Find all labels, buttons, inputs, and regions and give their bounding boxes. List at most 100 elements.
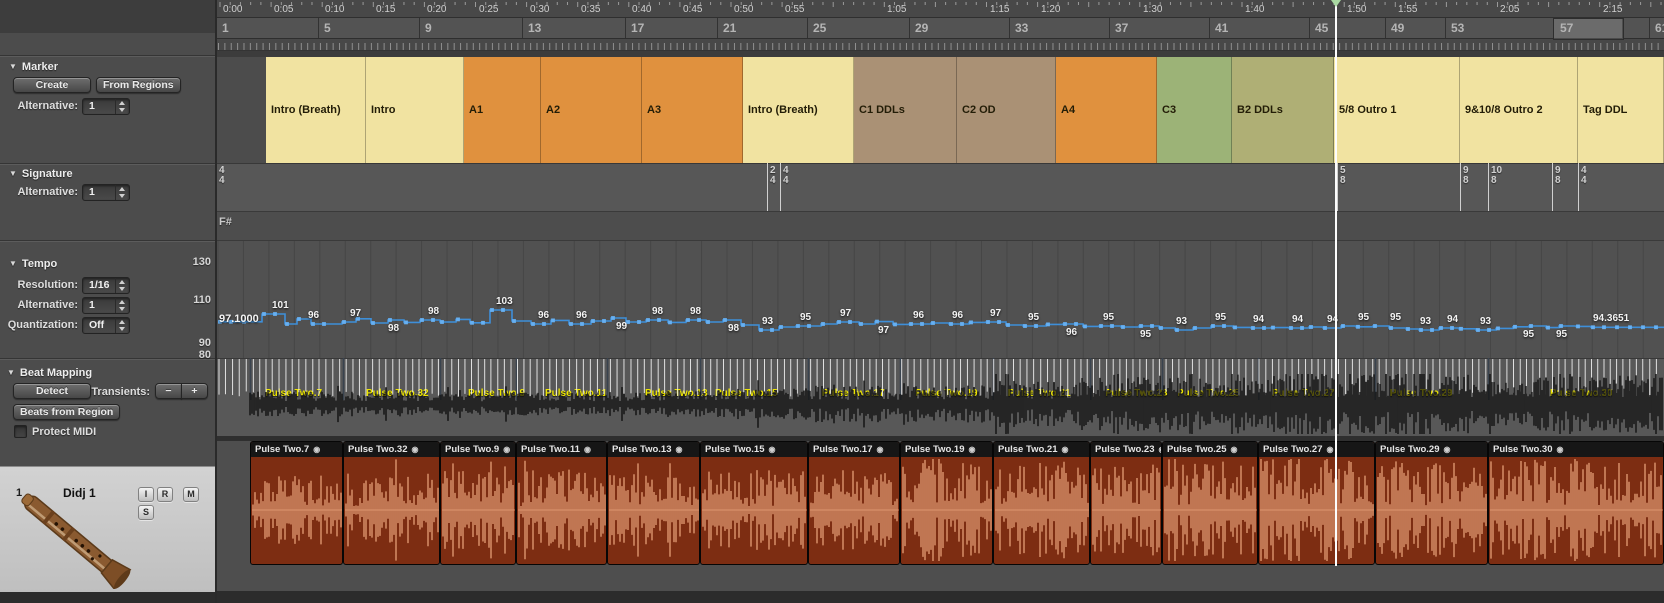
tempo-value-label: 96 <box>576 310 587 321</box>
audio-region[interactable]: Pulse Two.32◉ <box>343 441 440 565</box>
audio-region-header[interactable]: Pulse Two.11◉ <box>517 442 606 457</box>
time-signature-event[interactable]: 98 <box>1555 166 1561 186</box>
marker-region[interactable]: Tag DDL <box>1578 57 1664 163</box>
tempo-track-lane[interactable] <box>217 240 1664 359</box>
audio-region-header[interactable]: Pulse Two.9◉ <box>441 442 515 457</box>
beat-mapping-disclosure-icon[interactable]: ▼ <box>7 368 15 377</box>
audio-region[interactable]: Pulse Two.13◉ <box>607 441 700 565</box>
marker-region[interactable]: A1 <box>464 57 541 163</box>
audio-region[interactable]: Pulse Two.15◉ <box>700 441 808 565</box>
audio-region-header[interactable]: Pulse Two.7◉ <box>251 442 342 457</box>
time-ruler-label: 1:05 <box>887 4 906 15</box>
bar-ruler[interactable] <box>217 18 1664 39</box>
audio-region-header[interactable]: Pulse Two.17◉ <box>809 442 899 457</box>
marker-region[interactable]: A2 <box>541 57 642 163</box>
signature-alternative-stepper[interactable]: 1 <box>82 184 130 201</box>
time-signature-event[interactable]: 98 <box>1463 166 1469 186</box>
marker-region[interactable]: B2 DDLs <box>1232 57 1334 163</box>
bar-ruler-label: 37 <box>1115 21 1128 35</box>
marker-region[interactable]: 9&10/8 Outro 2 <box>1460 57 1578 163</box>
tempo-disclosure-icon[interactable]: ▼ <box>9 259 17 268</box>
marker-region[interactable]: Intro (Breath) <box>266 57 366 163</box>
track-button-m[interactable]: M <box>183 487 199 502</box>
marker-region[interactable]: Intro (Breath) <box>743 57 854 163</box>
marker-region[interactable]: C3 <box>1157 57 1232 163</box>
chord-track-lane[interactable] <box>217 211 1664 241</box>
track-button-s[interactable]: S <box>138 505 154 520</box>
audio-region[interactable]: Pulse Two.17◉ <box>808 441 900 565</box>
marker-create-button[interactable]: Create <box>13 77 91 93</box>
transients-plus-button[interactable]: + <box>181 383 208 399</box>
audio-region-name: Pulse Two.7 <box>255 444 309 455</box>
track-header-didj[interactable]: 1 Didj 1 IRMS <box>0 466 215 592</box>
beats-from-region-button[interactable]: Beats from Region <box>13 404 120 420</box>
marker-region[interactable]: A3 <box>642 57 743 163</box>
audio-region[interactable]: Pulse Two.19◉ <box>900 441 993 565</box>
tempo-resolution-stepper[interactable]: 1/16 <box>82 277 130 294</box>
playhead-marker-icon[interactable] <box>1331 0 1341 12</box>
audio-region-header[interactable]: Pulse Two.25◉ <box>1163 442 1257 457</box>
track-button-i[interactable]: I <box>138 487 154 502</box>
audio-region-header[interactable]: Pulse Two.13◉ <box>608 442 699 457</box>
time-signature-event[interactable]: 24 <box>770 166 776 186</box>
marker-region[interactable]: C2 OD <box>957 57 1056 163</box>
audio-region-header[interactable]: Pulse Two.27◉ <box>1259 442 1374 457</box>
marker-region[interactable]: 5/8 Outro 1 <box>1334 57 1460 163</box>
protect-midi-checkbox[interactable] <box>14 425 27 438</box>
marker-region[interactable]: Intro <box>366 57 464 163</box>
stepper-arrows-icon[interactable] <box>115 318 129 333</box>
audio-region[interactable]: Pulse Two.29◉ <box>1375 441 1488 565</box>
marker-region[interactable]: A4 <box>1056 57 1157 163</box>
tempo-value-label: 97 <box>350 308 361 319</box>
beat-mapping-region-label: Pulse Two.21 <box>1008 388 1071 399</box>
audio-region-header[interactable]: Pulse Two.15◉ <box>701 442 807 457</box>
chord-label[interactable]: F# <box>219 216 232 228</box>
time-ruler-label: 1:30 <box>1143 4 1162 15</box>
stepper-arrows-icon[interactable] <box>115 185 129 200</box>
time-signature-event[interactable]: 44 <box>1581 166 1587 186</box>
beat-mapping-region-label: Pulse Two.29 <box>1390 388 1453 399</box>
time-signature-event[interactable]: 58 <box>1340 166 1346 186</box>
audio-region[interactable]: Pulse Two.25◉ <box>1162 441 1258 565</box>
tempo-quantization-label: Quantization: <box>0 319 78 331</box>
beat-mapping-region-label: Pulse Two.32 <box>366 388 429 399</box>
playhead[interactable] <box>1335 0 1337 566</box>
marker-region[interactable]: C1 DDLs <box>854 57 957 163</box>
audio-region[interactable]: Pulse Two.11◉ <box>516 441 607 565</box>
audio-region[interactable]: Pulse Two.30◉ <box>1488 441 1664 565</box>
tempo-value-label: 94 <box>1253 314 1264 325</box>
transients-minus-button[interactable]: − <box>155 383 182 399</box>
audio-region-name: Pulse Two.21 <box>998 444 1057 455</box>
audio-region-header[interactable]: Pulse Two.32◉ <box>344 442 439 457</box>
audio-region-header[interactable]: Pulse Two.30◉ <box>1489 442 1663 457</box>
bar-ruler-label: 5 <box>324 21 331 35</box>
audio-region-header[interactable]: Pulse Two.21◉ <box>994 442 1089 457</box>
stepper-arrows-icon[interactable] <box>115 298 129 313</box>
audio-region-waveform <box>251 457 343 564</box>
marker-disclosure-icon[interactable]: ▼ <box>9 62 17 71</box>
track-button-r[interactable]: R <box>157 487 173 502</box>
tempo-alternative-stepper[interactable]: 1 <box>82 297 130 314</box>
tempo-value-label: 95 <box>1523 329 1534 340</box>
time-signature-event[interactable]: 108 <box>1491 166 1502 186</box>
audio-region[interactable]: Pulse Two.27◉ <box>1258 441 1375 565</box>
tempo-value-label: 93 <box>1420 316 1431 327</box>
marker-from-regions-button[interactable]: From Regions <box>96 77 181 93</box>
tempo-resolution-label: Resolution: <box>0 279 78 291</box>
audio-region-header[interactable]: Pulse Two.29◉ <box>1376 442 1487 457</box>
signature-disclosure-icon[interactable]: ▼ <box>9 169 17 178</box>
marker-alternative-stepper[interactable]: 1 <box>82 98 130 115</box>
signature-track-lane[interactable] <box>217 163 1664 212</box>
panel-divider[interactable] <box>215 0 217 603</box>
audio-region[interactable]: Pulse Two.23◉ <box>1090 441 1162 565</box>
audio-region[interactable]: Pulse Two.21◉ <box>993 441 1090 565</box>
audio-region-header[interactable]: Pulse Two.19◉ <box>901 442 992 457</box>
tempo-quantization-stepper[interactable]: Off <box>82 317 130 334</box>
audio-region[interactable]: Pulse Two.7◉ <box>250 441 343 565</box>
audio-region[interactable]: Pulse Two.9◉ <box>440 441 516 565</box>
stepper-arrows-icon[interactable] <box>115 278 129 293</box>
time-signature-event[interactable]: 44 <box>219 166 225 186</box>
stepper-arrows-icon[interactable] <box>115 99 129 114</box>
time-signature-event[interactable]: 44 <box>783 166 789 186</box>
audio-region-header[interactable]: Pulse Two.23◉ <box>1091 442 1161 457</box>
